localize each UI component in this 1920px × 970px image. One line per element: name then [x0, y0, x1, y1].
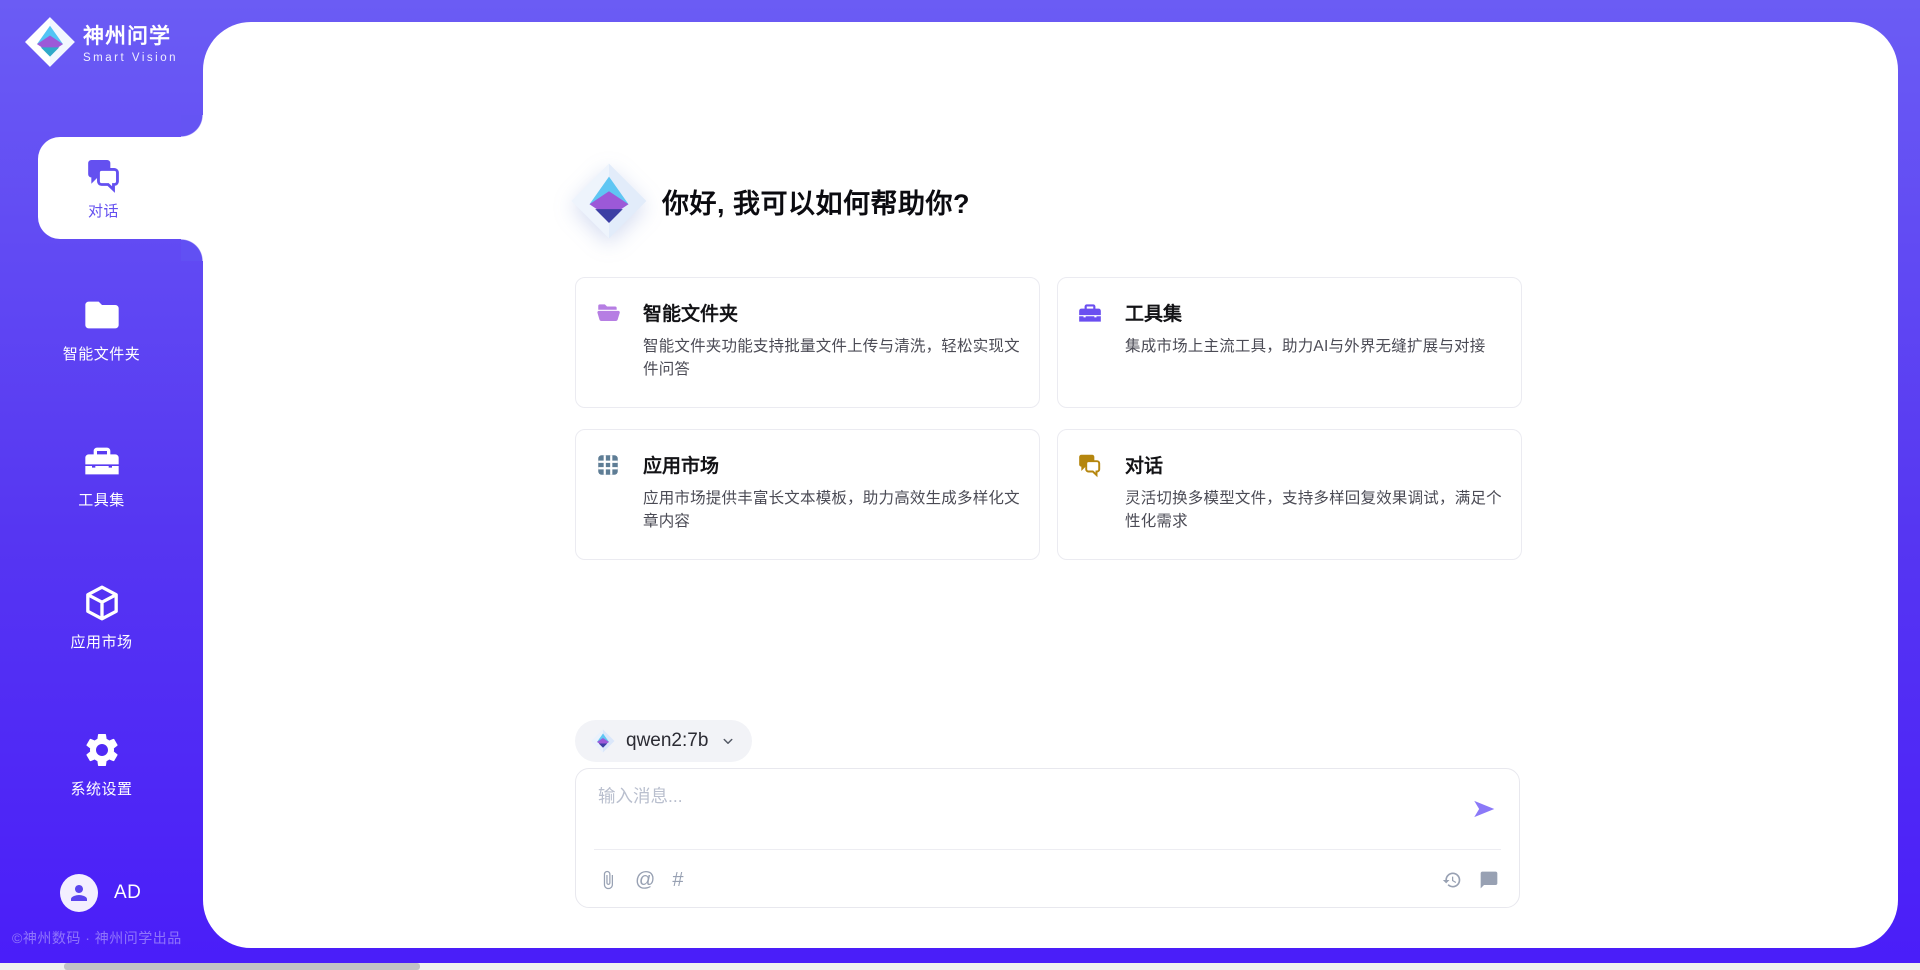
feature-cards: 智能文件夹 智能文件夹功能支持批量文件上传与清洗，轻松实现文件问答 工具集 集成… [575, 277, 1525, 560]
send-button[interactable] [1469, 795, 1499, 825]
chat-bubbles-icon [1077, 452, 1103, 478]
model-logo-icon [591, 729, 615, 753]
card-title: 应用市场 [643, 451, 719, 478]
cube-icon [82, 583, 122, 623]
sidebar-item-toolset[interactable]: 工具集 [0, 441, 203, 510]
avatar [60, 874, 98, 912]
sidebar-item-settings[interactable]: 系统设置 [0, 730, 203, 799]
card-description: 应用市场提供丰富长文本模板，助力高效生成多样化文章内容 [643, 487, 1021, 534]
horizontal-scrollbar[interactable] [0, 963, 1920, 970]
model-selector[interactable]: qwen2:7b [575, 720, 752, 762]
brand-name: 神州问学 [83, 20, 178, 50]
brand: 神州问学 Smart Vision [24, 16, 178, 68]
feedback-chat-icon[interactable] [1479, 870, 1499, 890]
card-title: 工具集 [1125, 299, 1182, 326]
sidebar-item-label: 智能文件夹 [63, 343, 141, 364]
card-toolset[interactable]: 工具集 集成市场上主流工具，助力AI与外界无缝扩展与对接 [1057, 277, 1522, 408]
scrollbar-thumb[interactable] [64, 963, 420, 970]
folder-open-icon [595, 300, 621, 326]
card-description: 灵活切换多模型文件，支持多样回复效果调试，满足个性化需求 [1125, 487, 1503, 534]
person-icon [67, 881, 91, 905]
sidebar-item-chat[interactable]: 对话 [38, 137, 203, 239]
greeting-title: 你好, 我可以如何帮助你? [662, 182, 970, 221]
sidebar-item-app-market[interactable]: 应用市场 [0, 583, 203, 652]
message-input[interactable] [598, 783, 1428, 841]
brand-diamond-icon [24, 16, 76, 68]
card-title: 对话 [1125, 451, 1163, 478]
sidebar-item-smart-folder[interactable]: 智能文件夹 [0, 295, 203, 364]
tab-fillet-top [181, 115, 203, 137]
history-icon[interactable] [1442, 870, 1462, 890]
card-title: 智能文件夹 [643, 299, 738, 326]
card-description: 智能文件夹功能支持批量文件上传与清洗，轻松实现文件问答 [643, 335, 1021, 382]
tab-fillet-bottom [181, 239, 203, 261]
composer-divider [594, 849, 1501, 850]
sidebar-item-label: 对话 [88, 200, 119, 221]
greeting: 你好, 我可以如何帮助你? [570, 162, 970, 240]
sidebar-item-label: 系统设置 [70, 778, 132, 799]
brand-diamond-icon [570, 162, 648, 240]
grid-icon [595, 452, 621, 478]
folder-icon [82, 295, 122, 335]
card-chat[interactable]: 对话 灵活切换多模型文件，支持多样回复效果调试，满足个性化需求 [1057, 429, 1522, 560]
send-icon [1471, 796, 1497, 822]
chevron-down-icon [719, 732, 737, 750]
card-app-market[interactable]: 应用市场 应用市场提供丰富长文本模板，助力高效生成多样化文章内容 [575, 429, 1040, 560]
main-panel: 你好, 我可以如何帮助你? 智能文件夹 智能文件夹功能支持批量文件上传与清洗，轻… [203, 22, 1898, 948]
card-smart-folder[interactable]: 智能文件夹 智能文件夹功能支持批量文件上传与清洗，轻松实现文件问答 [575, 277, 1040, 408]
gear-icon [82, 730, 122, 770]
hashtag-icon[interactable]: # [672, 870, 683, 890]
card-description: 集成市场上主流工具，助力AI与外界无缝扩展与对接 [1125, 335, 1503, 358]
chat-bubbles-icon [85, 156, 123, 194]
sidebar: 神州问学 Smart Vision 对话 智能文件夹 工具集 应用市场 [0, 0, 203, 970]
toolbox-icon [82, 441, 122, 481]
composer: @ # [575, 768, 1520, 908]
toolbox-icon [1077, 300, 1103, 326]
user-initials: AD [114, 882, 141, 904]
sidebar-item-label: 应用市场 [70, 631, 132, 652]
brand-subtitle: Smart Vision [83, 52, 178, 64]
sidebar-item-label: 工具集 [78, 489, 125, 510]
copyright: ©神州数码 · 神州问学出品 [12, 928, 182, 948]
user-account[interactable]: AD [60, 874, 141, 912]
attach-icon[interactable] [598, 870, 618, 890]
mention-icon[interactable]: @ [635, 870, 655, 890]
composer-toolbar: @ # [598, 861, 1499, 899]
model-name: qwen2:7b [626, 730, 708, 752]
